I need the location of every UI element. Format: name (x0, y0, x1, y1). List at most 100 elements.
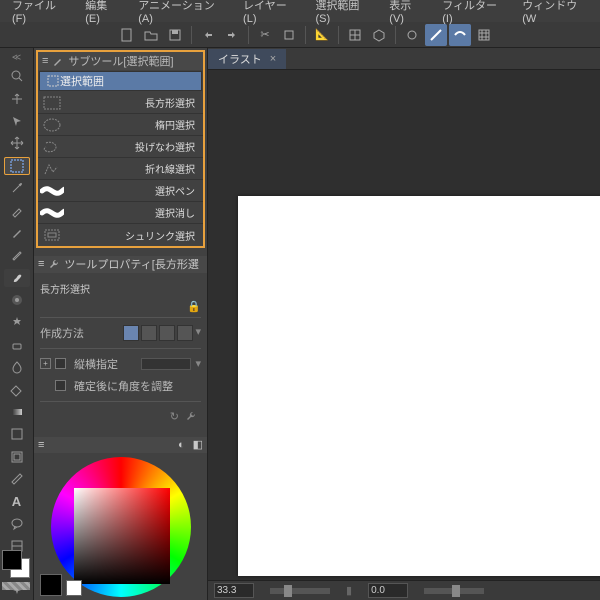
undo-icon[interactable] (197, 24, 219, 46)
ruler-tool-icon[interactable] (4, 470, 30, 488)
toolproperty-body: 長方形選択 🔒 作成方法 ▾ + 縦横指定 (34, 273, 207, 431)
color-square[interactable] (74, 488, 170, 584)
subtool-item-ellipse[interactable]: 楕円選択 (38, 114, 203, 136)
cube-icon[interactable] (368, 24, 390, 46)
blend-tool-icon[interactable] (4, 358, 30, 376)
aspect-checkbox[interactable] (55, 358, 66, 369)
subtool-tab[interactable]: 選択範囲 (39, 71, 202, 91)
color-mode2-icon[interactable]: ◧ (193, 438, 203, 451)
toolproperty-header-label: ツールプロパティ[長方形選 (64, 256, 198, 272)
lock-icon[interactable]: 🔒 (187, 300, 201, 313)
toolproperty-title: 長方形選択 (40, 277, 201, 300)
viewport[interactable] (208, 70, 600, 580)
main-color-swatch[interactable] (2, 550, 22, 570)
menu-icon[interactable]: ≡ (42, 55, 48, 67)
subtool-item-rect[interactable]: 長方形選択 (38, 92, 203, 114)
brush-icon (52, 55, 64, 67)
layer-move-tool-icon[interactable] (4, 134, 30, 152)
menu-layer[interactable]: レイヤー(L) (235, 0, 305, 27)
collapse-icon[interactable]: ≪ (12, 52, 21, 63)
menu-icon[interactable]: ≡ (38, 439, 44, 451)
fg-color[interactable] (40, 574, 62, 596)
tool-column: ≪ A (0, 48, 34, 600)
reset-icon[interactable]: ↻ (170, 410, 179, 423)
mode-intersect-icon[interactable] (177, 325, 193, 341)
snap-ruler-icon[interactable] (425, 24, 447, 46)
rotation-input[interactable] (368, 583, 408, 598)
save-icon[interactable] (164, 24, 186, 46)
eraser-tool-icon[interactable] (4, 336, 30, 354)
menu-animation[interactable]: アニメーション(A) (130, 0, 233, 27)
chevron-down-icon[interactable]: ▾ (195, 325, 201, 341)
canvas-area: イラスト × ▮ (208, 48, 600, 600)
cut-icon[interactable]: ✂ (254, 24, 276, 46)
delete-icon[interactable] (278, 24, 300, 46)
subtool-item-shrink[interactable]: シュリンク選択 (38, 224, 203, 246)
document-tab[interactable]: イラスト × (208, 49, 286, 69)
menu-edit[interactable]: 編集(E) (77, 0, 128, 27)
frame-tool-icon[interactable] (4, 448, 30, 466)
snap-grid-icon[interactable] (473, 24, 495, 46)
redo-icon[interactable] (221, 24, 243, 46)
color-header[interactable]: ≡ ◐ ◧ (34, 437, 207, 454)
fill-tool-icon[interactable] (4, 380, 30, 398)
operation-tool-icon[interactable] (4, 112, 30, 130)
grid-icon[interactable] (344, 24, 366, 46)
selection-tool-icon[interactable] (4, 157, 30, 176)
mode-sub-icon[interactable] (159, 325, 175, 341)
snap-special-icon[interactable] (449, 24, 471, 46)
angle-checkbox[interactable] (55, 380, 66, 391)
pen-tool-icon[interactable] (4, 224, 30, 242)
menu-file[interactable]: ファイル(F) (4, 0, 75, 27)
canvas[interactable] (238, 196, 600, 576)
color-swatches[interactable] (2, 550, 32, 590)
zoom-tool-icon[interactable] (4, 67, 30, 85)
zoom-slider[interactable] (270, 588, 330, 594)
balloon-tool-icon[interactable] (4, 515, 30, 533)
brush-tool-icon[interactable] (4, 269, 30, 287)
zoom-input[interactable] (214, 583, 254, 598)
subtool-item-selectpen[interactable]: 選択ペン (38, 180, 203, 202)
pencil-tool-icon[interactable] (4, 246, 30, 264)
color-mode-icon[interactable]: ◐ (178, 439, 185, 451)
ruler-icon[interactable]: 📐 (311, 24, 333, 46)
toolproperty-header[interactable]: ≡ ツールプロパティ[長方形選 (34, 256, 207, 273)
snap-icon[interactable] (401, 24, 423, 46)
creation-method-label: 作成方法 (40, 325, 84, 341)
aspect-slider[interactable] (141, 358, 191, 370)
eyedropper-tool-icon[interactable] (4, 201, 30, 219)
subtool-item-selecterase[interactable]: 選択消し (38, 202, 203, 224)
gradient-tool-icon[interactable] (4, 403, 30, 421)
aspect-row[interactable]: + 縦横指定 ▾ (40, 353, 201, 375)
angle-row[interactable]: 確定後に角度を調整 (40, 375, 201, 397)
menu-icon[interactable]: ≡ (38, 258, 44, 270)
close-icon[interactable]: × (270, 53, 276, 65)
open-icon[interactable] (140, 24, 162, 46)
creation-method-row: 作成方法 ▾ (40, 322, 201, 344)
menu-selection[interactable]: 選択範囲(S) (307, 0, 379, 27)
transparent-swatch[interactable] (2, 582, 30, 590)
status-bar: ▮ (208, 580, 600, 600)
menu-window[interactable]: ウィンドウ(W (514, 0, 596, 27)
figure-tool-icon[interactable] (4, 425, 30, 443)
decoration-tool-icon[interactable] (4, 313, 30, 331)
text-tool-icon[interactable]: A (4, 492, 30, 510)
menu-filter[interactable]: フィルター(I) (434, 0, 512, 27)
bg-color[interactable] (66, 580, 82, 596)
subtool-item-lasso[interactable]: 投げなわ選択 (38, 136, 203, 158)
rotation-slider[interactable] (424, 588, 484, 594)
mode-add-icon[interactable] (141, 325, 157, 341)
wand-tool-icon[interactable] (4, 179, 30, 197)
subtool-header[interactable]: ≡ サブツール[選択範囲] (38, 52, 203, 70)
aspect-label: 縦横指定 (74, 356, 118, 372)
airbrush-tool-icon[interactable] (4, 291, 30, 309)
subtool-item-polyline[interactable]: 折れ線選択 (38, 158, 203, 180)
move-tool-icon[interactable] (4, 89, 30, 107)
chevron-down-icon[interactable]: ▾ (195, 357, 201, 370)
wrench-icon[interactable] (185, 410, 197, 423)
mode-new-icon[interactable] (123, 325, 139, 341)
menu-bar: ファイル(F) 編集(E) アニメーション(A) レイヤー(L) 選択範囲(S)… (0, 0, 600, 22)
new-icon[interactable] (116, 24, 138, 46)
menu-view[interactable]: 表示(V) (381, 0, 432, 27)
expand-icon[interactable]: + (40, 358, 51, 369)
